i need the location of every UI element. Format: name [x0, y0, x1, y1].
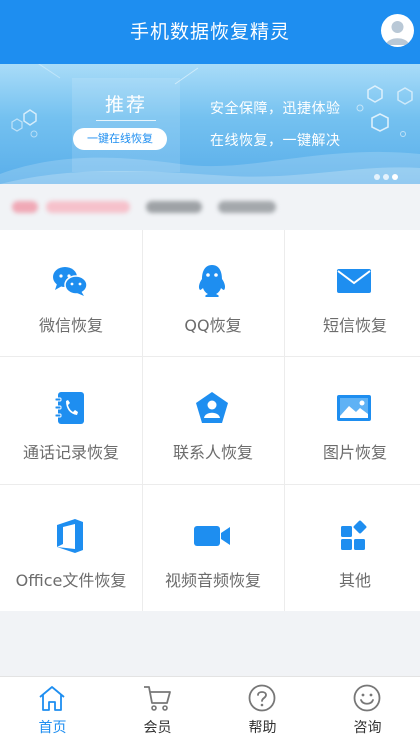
banner-tagline-1: 安全保障，迅捷体验 — [210, 101, 341, 117]
contact-pentagon-icon — [196, 392, 228, 423]
nav-item-home[interactable]: 首页 — [0, 677, 105, 736]
grid-item-call-log[interactable]: 通话记录恢复 — [0, 357, 142, 484]
video-camera-icon — [194, 526, 230, 546]
user-avatar-icon[interactable] — [381, 14, 414, 47]
pager-dot[interactable] — [374, 174, 380, 180]
blurred-text — [46, 201, 130, 213]
pager-dot[interactable] — [383, 174, 389, 180]
phone-book-icon — [54, 392, 84, 424]
grid-item-sms[interactable]: 短信恢复 — [284, 230, 420, 357]
grid-item-label: 图片恢复 — [322, 443, 387, 462]
promo-banner[interactable]: 推荐 一键在线恢复 安全保障，迅捷体验 在线恢复，一键解决 — [0, 64, 420, 184]
nav-item-member[interactable]: 会员 — [105, 677, 210, 736]
grid-item-label: 微信恢复 — [38, 316, 103, 335]
envelope-icon — [337, 269, 371, 293]
bottom-nav: 首页 会员 帮助 咨询 — [0, 676, 420, 736]
grid-item-label: 联系人恢复 — [172, 443, 253, 462]
qq-penguin-icon — [198, 265, 226, 297]
apps-icon — [341, 520, 367, 550]
grid-item-office[interactable]: Office文件恢复 — [0, 485, 142, 612]
grid-item-label: 视频音频恢复 — [164, 571, 261, 590]
grid-item-label: 短信恢复 — [322, 316, 387, 335]
notice-ticker — [0, 184, 420, 230]
question-icon — [248, 684, 276, 712]
one-click-restore-button[interactable]: 一键在线恢复 — [73, 128, 167, 150]
banner-title: 推荐 — [104, 94, 147, 116]
blurred-text — [218, 201, 276, 213]
grid-item-label: 通话记录恢复 — [22, 443, 119, 462]
banner-divider — [96, 120, 156, 121]
grid-item-contacts[interactable]: 联系人恢复 — [142, 357, 284, 484]
pager-dot-active[interactable] — [392, 174, 398, 180]
grid-item-label: QQ恢复 — [184, 316, 242, 335]
home-icon — [39, 686, 65, 711]
office-icon — [57, 519, 83, 553]
nav-label: 首页 — [38, 720, 67, 736]
blurred-text — [12, 201, 38, 213]
feature-grid: 微信恢复 QQ恢复 短信恢复 通话记录恢复 联系人恢复 图片恢复 Office文… — [0, 230, 420, 611]
grid-item-wechat[interactable]: 微信恢复 — [0, 230, 142, 357]
grid-item-label: Office文件恢复 — [15, 571, 127, 590]
grid-item-video-audio[interactable]: 视频音频恢复 — [142, 485, 284, 612]
grid-item-photos[interactable]: 图片恢复 — [284, 357, 420, 484]
banner-decoration — [0, 64, 420, 184]
nav-label: 咨询 — [353, 720, 382, 736]
nav-label: 会员 — [143, 720, 172, 736]
smile-icon — [353, 684, 381, 712]
app-title: 手机数据恢复精灵 — [129, 21, 290, 43]
grid-item-other[interactable]: 其他 — [284, 485, 420, 612]
banner-pager[interactable] — [374, 165, 401, 184]
nav-item-help[interactable]: 帮助 — [210, 677, 315, 736]
picture-icon — [337, 395, 371, 421]
app-header: 手机数据恢复精灵 — [0, 0, 420, 64]
banner-tagline-2: 在线恢复，一键解决 — [210, 133, 341, 149]
wechat-icon — [53, 267, 88, 296]
nav-item-consult[interactable]: 咨询 — [315, 677, 420, 736]
cart-icon — [144, 686, 171, 711]
nav-label: 帮助 — [248, 720, 277, 736]
grid-item-label: 其他 — [338, 571, 371, 590]
blurred-text — [146, 201, 202, 213]
grid-item-qq[interactable]: QQ恢复 — [142, 230, 284, 357]
